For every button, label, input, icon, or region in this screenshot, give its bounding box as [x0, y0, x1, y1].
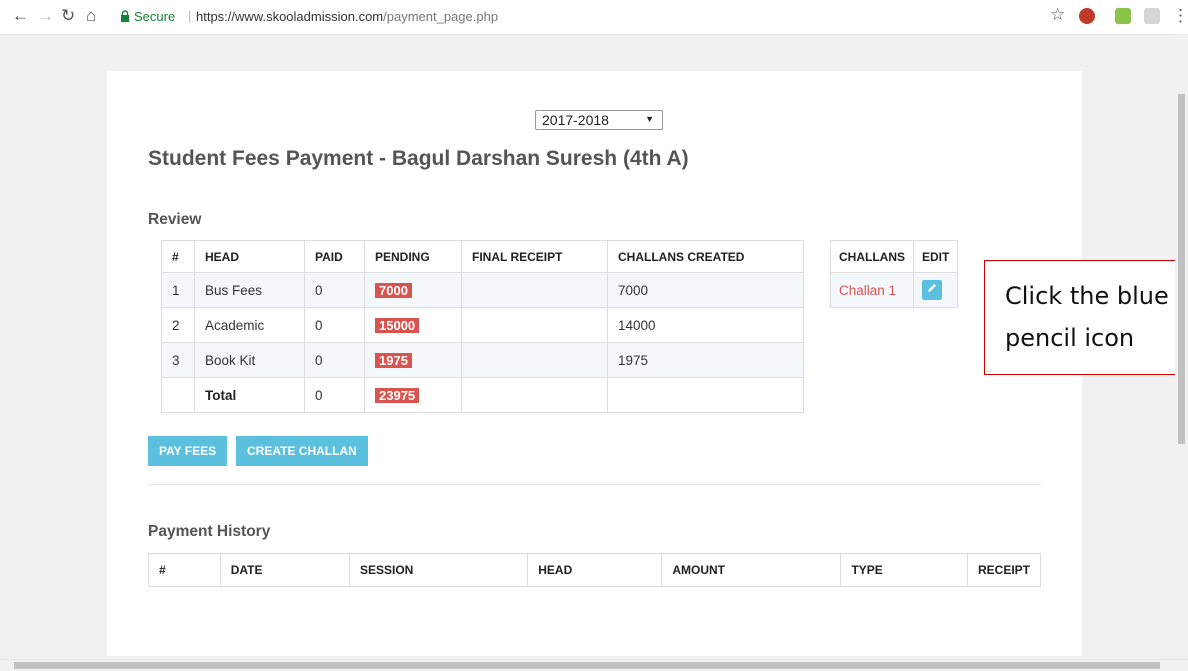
forward-arrow-icon[interactable]: →: [37, 6, 54, 26]
row-challans-created: 14000: [607, 307, 804, 343]
adblock-extension-icon[interactable]: [1079, 8, 1095, 24]
browser-toolbar: ← → ↻ ⌂ Secure | https://www.skooladmiss…: [0, 0, 1188, 35]
pending-badge: 1975: [375, 352, 412, 368]
callout-line-1: Click the blue: [1005, 282, 1169, 310]
row-paid: 0: [304, 272, 365, 308]
url-separator: |: [188, 8, 192, 23]
row-final-receipt: [461, 307, 608, 343]
row-paid: 0: [304, 342, 365, 378]
extension-icon-2[interactable]: [1144, 8, 1160, 24]
edit-cell: [912, 272, 959, 308]
total-final-receipt: [461, 377, 608, 413]
row-pending: 15000: [364, 307, 462, 343]
col-header-session: SESSION: [348, 553, 529, 587]
total-pending: 23975: [364, 377, 462, 413]
row-pending: 7000: [364, 272, 462, 308]
col-header-receipt: RECEIPT: [966, 553, 1042, 587]
col-header-num: #: [148, 553, 221, 587]
pending-total-badge: 23975: [375, 387, 420, 403]
create-challan-button[interactable]: CREATE CHALLAN: [236, 436, 368, 466]
vertical-scrollbar[interactable]: [1175, 34, 1188, 660]
table-header-row: CHALLANS EDIT: [830, 240, 959, 273]
row-head: Book Kit: [194, 342, 305, 378]
page-title: Student Fees Payment - Bagul Darshan Sur…: [148, 147, 689, 170]
table-header-row: # HEAD PAID PENDING FINAL RECEIPT CHALLA…: [161, 240, 804, 273]
edit-challan-button[interactable]: [922, 280, 942, 300]
col-header-edit: EDIT: [912, 240, 959, 273]
secure-label: Secure: [134, 9, 176, 24]
col-header-num: #: [161, 240, 195, 273]
col-header-head: HEAD: [194, 240, 305, 273]
table-header-row: # DATE SESSION HEAD AMOUNT TYPE RECEIPT: [148, 553, 1042, 587]
horizontal-scrollbar-thumb[interactable]: [14, 662, 1160, 669]
session-selected-value: 2017-2018: [542, 112, 609, 128]
vertical-scrollbar-thumb[interactable]: [1178, 94, 1185, 444]
total-challans-created: [607, 377, 804, 413]
total-label: Total: [194, 377, 305, 413]
challan-cell: Challan 1: [830, 272, 914, 308]
extension-icon[interactable]: [1115, 8, 1131, 24]
lock-icon: [121, 10, 129, 22]
section-divider: [148, 484, 1041, 485]
home-icon[interactable]: ⌂: [86, 6, 96, 26]
url-base: https://www.skooladmission.com: [196, 9, 384, 24]
row-challans-created: 1975: [607, 342, 804, 378]
challans-table: CHALLANS EDIT Challan 1: [830, 240, 959, 308]
col-header-date: DATE: [219, 553, 350, 587]
menu-icon[interactable]: ⋮: [1172, 6, 1188, 26]
table-row: 1 Bus Fees 0 7000 7000: [161, 272, 804, 308]
payment-history-title: Payment History: [148, 523, 271, 540]
row-num: 1: [161, 272, 195, 308]
review-table: # HEAD PAID PENDING FINAL RECEIPT CHALLA…: [161, 240, 804, 413]
total-paid: 0: [304, 377, 365, 413]
row-head: Academic: [194, 307, 305, 343]
col-header-amount: AMOUNT: [661, 553, 842, 587]
bookmark-star-icon[interactable]: ☆: [1050, 5, 1065, 25]
row-paid: 0: [304, 307, 365, 343]
callout-line-2: pencil icon: [1005, 324, 1135, 352]
instruction-callout: Click the blue pencil icon: [984, 260, 1188, 375]
row-challans-created: 7000: [607, 272, 804, 308]
row-final-receipt: [461, 342, 608, 378]
back-arrow-icon[interactable]: ←: [12, 6, 29, 26]
row-pending: 1975: [364, 342, 462, 378]
row-num: 3: [161, 342, 195, 378]
chevron-down-icon: ▼: [645, 114, 654, 124]
url-path: /payment_page.php: [383, 9, 499, 24]
address-bar[interactable]: https://www.skooladmission.com/payment_p…: [196, 9, 498, 24]
challan-link[interactable]: Challan 1: [839, 283, 896, 298]
total-num: [161, 377, 195, 413]
pending-badge: 15000: [375, 317, 420, 333]
review-title: Review: [148, 211, 202, 228]
col-header-type: TYPE: [840, 553, 968, 587]
payment-card: 2017-2018 ▼ Student Fees Payment - Bagul…: [107, 71, 1082, 656]
payment-history-table: # DATE SESSION HEAD AMOUNT TYPE RECEIPT: [148, 553, 1042, 587]
pending-badge: 7000: [375, 282, 412, 298]
row-final-receipt: [461, 272, 608, 308]
col-header-paid: PAID: [304, 240, 365, 273]
col-header-head: HEAD: [527, 553, 663, 587]
col-header-final-receipt: FINAL RECEIPT: [461, 240, 608, 273]
col-header-pending: PENDING: [364, 240, 462, 273]
col-header-challans: CHALLANS: [830, 240, 914, 273]
table-row: Challan 1: [830, 272, 959, 308]
table-row: 3 Book Kit 0 1975 1975: [161, 342, 804, 378]
table-row: 2 Academic 0 15000 14000: [161, 307, 804, 343]
row-head: Bus Fees: [194, 272, 305, 308]
row-num: 2: [161, 307, 195, 343]
reload-icon[interactable]: ↻: [61, 6, 75, 26]
pencil-icon: [928, 284, 936, 292]
col-header-challans-created: CHALLANS CREATED: [607, 240, 804, 273]
horizontal-scrollbar[interactable]: [0, 659, 1188, 671]
session-select[interactable]: 2017-2018 ▼: [535, 110, 663, 130]
total-row: Total 0 23975: [161, 377, 804, 413]
pay-fees-button[interactable]: PAY FEES: [148, 436, 228, 466]
